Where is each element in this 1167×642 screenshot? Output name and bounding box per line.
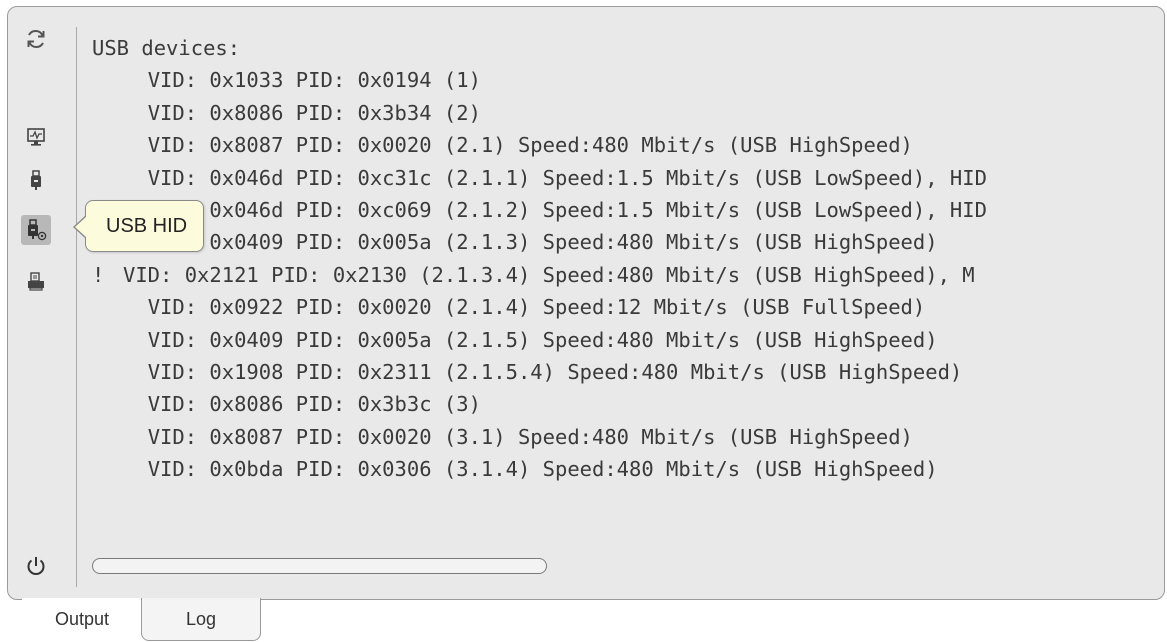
tab-log[interactable]: Log bbox=[141, 598, 261, 641]
line-text: VID: 0x0922 PID: 0x0020 (2.1.4) Speed:12… bbox=[147, 295, 926, 320]
monitor-icon bbox=[26, 127, 46, 147]
refresh-icon bbox=[25, 28, 47, 50]
line-text: VID: 0x0409 PID: 0x005a (2.1.3) Speed:48… bbox=[147, 230, 938, 255]
usb-devices-button[interactable] bbox=[21, 166, 51, 196]
output-line: VID: 0x0409 PID: 0x005a (2.1.5) Speed:48… bbox=[92, 324, 1164, 356]
tab-output-label: Output bbox=[54, 609, 110, 629]
usb-hid-button[interactable] bbox=[21, 215, 51, 245]
output-line: USB devices: bbox=[92, 32, 1164, 64]
output-line: VID: 0x1908 PID: 0x2311 (2.1.5.4) Speed:… bbox=[92, 356, 1164, 388]
tab-log-label: Log bbox=[185, 608, 217, 629]
system-info-button[interactable] bbox=[21, 122, 51, 152]
usb-icon bbox=[28, 170, 44, 192]
tooltip-text: USB HID bbox=[106, 214, 188, 237]
printer-icon bbox=[26, 272, 46, 292]
output-line: VID: 0x8086 PID: 0x3b3c (3) bbox=[92, 388, 1164, 420]
output-line: VID: 0x1033 PID: 0x0194 (1) bbox=[92, 64, 1164, 96]
power-button[interactable] bbox=[21, 551, 51, 581]
output-line: VID: 0x046d PID: 0xc31c (2.1.1) Speed:1.… bbox=[92, 162, 1164, 194]
line-text: VID: 0x8086 PID: 0x3b34 (2) bbox=[147, 100, 481, 125]
refresh-button[interactable] bbox=[21, 24, 51, 54]
output-line: VID: 0x8086 PID: 0x3b34 (2) bbox=[92, 97, 1164, 129]
line-text: USB devices: bbox=[92, 36, 241, 60]
usb-hid-icon bbox=[25, 219, 47, 241]
printer-button[interactable] bbox=[21, 267, 51, 297]
output-console[interactable]: USB devices: VID: 0x1033 PID: 0x0194 (1)… bbox=[92, 32, 1164, 552]
line-text: VID: 0x046d PID: 0xc31c (2.1.1) Speed:1.… bbox=[147, 165, 987, 190]
line-text: VID: 0x1033 PID: 0x0194 (1) bbox=[147, 68, 481, 93]
tab-output[interactable]: Output bbox=[22, 598, 142, 641]
line-text: VID: 0x2121 PID: 0x2130 (2.1.3.4) Speed:… bbox=[123, 262, 975, 287]
output-line: VID: 0x046d PID: 0xc069 (2.1.2) Speed:1.… bbox=[92, 194, 1164, 226]
toolbar-separator bbox=[76, 27, 77, 587]
usb-hid-tooltip: USB HID bbox=[72, 200, 205, 252]
line-text: VID: 0x1908 PID: 0x2311 (2.1.5.4) Speed:… bbox=[147, 359, 963, 384]
main-panel: USB devices: VID: 0x1033 PID: 0x0194 (1)… bbox=[7, 6, 1165, 600]
line-text: VID: 0x8087 PID: 0x0020 (2.1) Speed:480 … bbox=[147, 133, 913, 158]
line-text: VID: 0x0bda PID: 0x0306 (3.1.4) Speed:48… bbox=[147, 457, 938, 482]
toolbar bbox=[8, 7, 76, 599]
output-line: ! VID: 0x2121 PID: 0x2130 (2.1.3.4) Speed… bbox=[92, 259, 1164, 291]
progress-bar bbox=[92, 558, 547, 574]
output-line: VID: 0x8087 PID: 0x0020 (3.1) Speed:480 … bbox=[92, 421, 1164, 453]
output-line: VID: 0x0922 PID: 0x0020 (2.1.4) Speed:12… bbox=[92, 291, 1164, 323]
line-marker: ! bbox=[92, 262, 105, 287]
line-text: VID: 0x0409 PID: 0x005a (2.1.5) Speed:48… bbox=[147, 327, 938, 352]
bottom-tabs: Output Log bbox=[0, 598, 400, 642]
line-text: VID: 0x8086 PID: 0x3b3c (3) bbox=[147, 392, 481, 417]
output-line: VID: 0x0409 PID: 0x005a (2.1.3) Speed:48… bbox=[92, 226, 1164, 258]
output-line: VID: 0x0bda PID: 0x0306 (3.1.4) Speed:48… bbox=[92, 453, 1164, 485]
line-text: VID: 0x046d PID: 0xc069 (2.1.2) Speed:1.… bbox=[147, 197, 987, 222]
output-line: VID: 0x8087 PID: 0x0020 (2.1) Speed:480 … bbox=[92, 129, 1164, 161]
power-icon bbox=[25, 555, 47, 577]
line-text: VID: 0x8087 PID: 0x0020 (3.1) Speed:480 … bbox=[147, 424, 913, 449]
